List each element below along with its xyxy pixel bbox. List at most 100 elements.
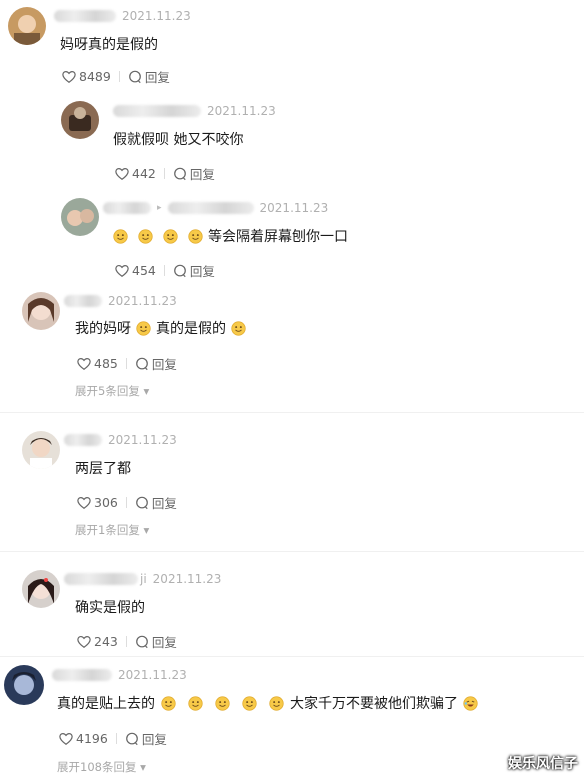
comment-text: 我的妈呀 真的是假的: [75, 318, 251, 338]
username-blurred[interactable]: [113, 105, 201, 117]
comment-date: 2021.11.23: [108, 433, 177, 447]
action-divider: [115, 733, 117, 744]
like-count: 8489: [79, 69, 111, 84]
comment-bubble-icon: [135, 635, 149, 649]
reply-button[interactable]: 回复: [135, 493, 177, 512]
smile-emoji-icon: [231, 321, 246, 336]
expand-replies-label: 展开1条回复: [75, 523, 140, 537]
comment-text-part-2: 真的是假的: [156, 321, 226, 337]
like-button[interactable]: 243: [77, 634, 118, 649]
comment-date: 2021.11.23: [259, 201, 329, 215]
avatar[interactable]: [22, 570, 60, 608]
divider: [0, 551, 584, 552]
heart-icon: [77, 357, 91, 371]
reply-button[interactable]: 回复: [173, 164, 215, 183]
avatar[interactable]: [61, 101, 99, 139]
smile-emoji-icon: [242, 696, 257, 711]
expand-replies-button[interactable]: 展开1条回复 ▾: [75, 522, 149, 538]
comment-bubble-icon: [173, 264, 187, 278]
like-count: 485: [94, 356, 118, 371]
comment-bubble-icon: [128, 70, 142, 84]
comment-date: 2021.11.23: [118, 668, 187, 682]
username-blurred[interactable]: [64, 434, 102, 446]
like-count: 306: [94, 495, 118, 510]
comment-date: 2021.11.23: [207, 104, 276, 118]
comment-text: 真的是贴上去的 大家千万不要被他们欺骗了: [57, 693, 483, 713]
reply-label: 回复: [151, 357, 177, 372]
comment-text: 两层了都: [75, 461, 131, 477]
chevron-down-icon: ▾: [140, 760, 146, 774]
action-divider: [125, 497, 127, 508]
action-divider: [125, 636, 127, 647]
comment-date: 2021.11.23: [152, 572, 222, 586]
like-count: 4196: [76, 731, 108, 746]
comment-text: 假就假呗 她又不咬你: [113, 132, 244, 148]
reply-label: 回复: [144, 70, 170, 85]
avatar[interactable]: [8, 7, 46, 45]
reply-button[interactable]: 回复: [135, 354, 177, 373]
avatar[interactable]: [22, 292, 60, 330]
action-divider: [163, 168, 165, 179]
smile-emoji-icon: [188, 696, 203, 711]
reply-button[interactable]: 回复: [125, 729, 167, 748]
divider: [0, 412, 584, 413]
smile-emoji-icon: [136, 321, 151, 336]
heart-icon: [115, 167, 129, 181]
heart-icon: [77, 496, 91, 510]
reply-button[interactable]: 回复: [135, 632, 177, 651]
smile-emoji-icon: [161, 696, 176, 711]
heart-icon: [62, 70, 76, 84]
reply-label: 回复: [151, 496, 177, 511]
chevron-down-icon: ▾: [143, 523, 150, 537]
comment-text: 等会隔着屏幕刨你一口: [113, 226, 348, 246]
comment-bubble-icon: [125, 732, 139, 746]
like-button[interactable]: 4196: [59, 731, 108, 746]
divider: [0, 656, 584, 657]
username-blurred[interactable]: [103, 202, 151, 214]
action-divider: [163, 265, 165, 276]
reply-label: 回复: [189, 264, 215, 279]
expand-replies-button[interactable]: 展开108条回复 ▾: [57, 759, 146, 775]
comment-bubble-icon: [135, 357, 149, 371]
comment-text: 妈呀真的是假的: [60, 37, 158, 53]
heart-icon: [115, 264, 129, 278]
username-tail: ji: [140, 572, 147, 586]
smile-emoji-icon: [138, 229, 153, 244]
reply-button[interactable]: 回复: [173, 261, 215, 280]
avatar[interactable]: [22, 431, 60, 469]
like-count: 243: [94, 634, 118, 649]
heart-icon: [59, 732, 73, 746]
reply-to-username-blurred[interactable]: [167, 202, 254, 214]
action-divider: [125, 358, 127, 369]
comment-bubble-icon: [173, 167, 187, 181]
comment-text-part-1: 我的妈呀: [75, 321, 131, 337]
comment-text-part-2: 大家千万不要被他们欺骗了: [290, 696, 458, 712]
smile-emoji-icon: [215, 696, 230, 711]
username-blurred[interactable]: [54, 10, 116, 22]
comment-bubble-icon: [135, 496, 149, 510]
username-blurred[interactable]: [64, 295, 102, 307]
like-button[interactable]: 8489: [62, 69, 111, 84]
reply-label: 回复: [141, 732, 167, 747]
heart-icon: [77, 635, 91, 649]
reply-arrow-icon: ▸: [157, 203, 162, 213]
smile-emoji-icon: [269, 696, 284, 711]
expand-replies-label: 展开108条回复: [57, 760, 137, 774]
avatar[interactable]: [61, 198, 99, 236]
comment-date: 2021.11.23: [108, 294, 177, 308]
username-blurred[interactable]: [64, 573, 138, 585]
comment-text-part-1: 真的是贴上去的: [57, 696, 155, 712]
like-button[interactable]: 306: [77, 495, 118, 510]
reply-button[interactable]: 回复: [128, 67, 170, 86]
comment-text: 确实是假的: [75, 600, 145, 616]
watermark: 娱乐风信子: [508, 756, 578, 772]
like-button[interactable]: 485: [77, 356, 118, 371]
username-blurred[interactable]: [52, 669, 112, 681]
like-button[interactable]: 442: [115, 166, 156, 181]
comment-date: 2021.11.23: [122, 9, 191, 23]
avatar[interactable]: [4, 665, 44, 705]
comment-text-body: 等会隔着屏幕刨你一口: [208, 229, 348, 245]
reply-label: 回复: [151, 635, 177, 650]
like-button[interactable]: 454: [115, 263, 156, 278]
expand-replies-button[interactable]: 展开5条回复 ▾: [75, 383, 149, 399]
